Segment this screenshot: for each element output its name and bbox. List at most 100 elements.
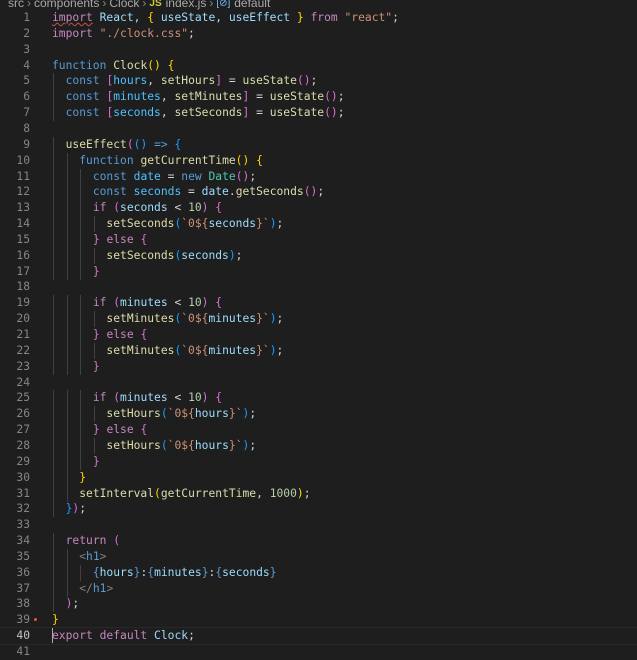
code-text: } (52, 613, 59, 627)
code-line[interactable]: 28 setHours(`0${hours}`); (0, 437, 637, 454)
line-number: 12 (16, 185, 30, 199)
code-line[interactable]: 27 } else { (0, 422, 637, 439)
code-line[interactable]: 32 }); (0, 501, 637, 518)
code-line[interactable]: 4 function Clock() { (0, 58, 637, 74)
line-number: 10 (16, 153, 30, 167)
line-number: 16 (16, 248, 30, 262)
code-line[interactable]: 21 } else { (0, 327, 637, 343)
line-number: 20 (16, 312, 30, 326)
code-line[interactable]: 17 } (0, 263, 637, 280)
code-line[interactable]: 6 const [minutes, setMinutes] = useState… (0, 89, 637, 106)
line-number: 13 (16, 201, 30, 215)
line-number: 21 (16, 328, 30, 341)
code-text: const [hours, setHours] = useState(); (65, 74, 318, 88)
code-line[interactable]: 26 setHours(`0${hours}`); (0, 406, 637, 423)
code-line[interactable]: 11 const date = new Date(); (0, 168, 637, 185)
code-text: import "./clock.css"; (52, 26, 195, 40)
code-line[interactable]: 33 (0, 517, 637, 533)
breadcrumb-item-src[interactable]: src (8, 0, 24, 10)
code-line[interactable]: 16 setSeconds(seconds); (0, 247, 637, 264)
code-line[interactable]: 7 const [seconds, setSeconds] = useState… (0, 105, 637, 122)
code-text: setHours(`0${hours}`); (106, 407, 257, 421)
line-number: 8 (23, 121, 30, 135)
line-number: 35 (16, 549, 30, 563)
code-line[interactable]: 31 setInterval(getCurrentTime, 1000); (0, 485, 637, 502)
code-line[interactable]: 8 (0, 121, 637, 137)
code-line[interactable]: 3 (0, 42, 637, 58)
code-text: function Clock() { (52, 58, 175, 72)
line-number: 18 (16, 280, 30, 294)
code-line[interactable]: 24 (0, 375, 637, 391)
code-text: setSeconds(seconds); (106, 248, 243, 262)
line-number: 4 (23, 58, 30, 72)
line-number: 19 (16, 296, 30, 310)
line-number: 17 (16, 264, 30, 278)
code-line[interactable]: 13 if (seconds < 10) { (0, 200, 637, 217)
code-line[interactable]: 18 (0, 279, 637, 295)
line-number: 39 (16, 613, 30, 627)
code-line[interactable]: 34 return ( (0, 533, 637, 550)
line-number: 9 (23, 137, 30, 151)
code-text: }); (65, 502, 87, 516)
breadcrumb-item-file[interactable]: index.js (166, 0, 207, 10)
line-number: 30 (16, 470, 30, 484)
code-line[interactable]: 20 setMinutes(`0${minutes}`); (0, 311, 637, 328)
code-line[interactable]: 39} (0, 612, 637, 628)
code-line[interactable]: 10 function getCurrentTime() { (0, 152, 637, 169)
code-text: } (79, 470, 87, 484)
code-line[interactable]: 40 export default Clock; (0, 627, 637, 646)
code-line[interactable]: 37 </h1> (0, 580, 637, 597)
code-text: import React, { useState, useEffect } fr… (52, 11, 399, 24)
code-text: setMinutes(`0${minutes}`); (106, 343, 284, 357)
line-number: 23 (16, 359, 30, 373)
code-text: } (92, 454, 100, 468)
line-number: 31 (16, 486, 30, 500)
chevron-right-icon: › (209, 0, 214, 10)
code-line[interactable]: 23 } (0, 358, 637, 375)
line-number: 37 (16, 581, 30, 595)
code-line[interactable]: 30 } (0, 469, 637, 486)
line-number: 22 (16, 343, 30, 357)
code-line[interactable]: 14 setSeconds(`0${seconds}`); (0, 216, 637, 233)
code-line[interactable]: 41 (0, 644, 637, 660)
breadcrumb-item-symbol[interactable]: default (234, 0, 270, 10)
code-line[interactable]: 15 } else { (0, 231, 637, 248)
code-line[interactable]: 38 ); (0, 596, 637, 613)
code-line[interactable]: 12 const seconds = date.getSeconds(); (0, 184, 637, 201)
code-text: if (minutes < 10) { (92, 296, 223, 310)
line-number: 29 (16, 454, 30, 468)
line-number: 27 (16, 423, 30, 437)
code-text: setMinutes(`0${minutes}`); (106, 312, 284, 326)
line-number: 24 (16, 375, 30, 389)
code-line[interactable]: 35 <h1> (0, 548, 637, 565)
breadcrumb-item-clock[interactable]: Clock (109, 0, 139, 10)
breadcrumb: src › components › Clock › JS index.js ›… (0, 0, 637, 10)
code-editor[interactable]: 1 import React, { useState, useEffect } f… (0, 10, 637, 658)
code-text: setInterval(getCurrentTime, 1000); (79, 486, 311, 500)
code-line[interactable]: 36 {hours}:{minutes}:{seconds} (0, 564, 637, 581)
line-number: 41 (16, 645, 30, 658)
code-text: </h1> (79, 581, 114, 595)
code-text: setHours(`0${hours}`); (106, 438, 257, 452)
code-text: function getCurrentTime() { (79, 153, 263, 167)
code-text: } (92, 264, 100, 278)
code-line[interactable]: 22 setMinutes(`0${minutes}`); (0, 342, 637, 359)
code-text: {hours}:{minutes}:{seconds} (92, 565, 277, 579)
code-text: const [minutes, setMinutes] = useState()… (65, 90, 345, 104)
line-number: 11 (16, 169, 30, 183)
code-line[interactable]: 29 } (0, 453, 637, 470)
code-text: const date = new Date(); (92, 169, 257, 183)
code-text: if (minutes < 10) { (92, 391, 223, 405)
code-line[interactable]: 2 import "./clock.css"; (0, 26, 637, 42)
javascript-file-icon: JS (149, 0, 162, 9)
line-number: 2 (23, 26, 30, 40)
line-number: 38 (16, 597, 30, 611)
code-text: export default Clock; (52, 629, 195, 643)
code-line[interactable]: 9 useEffect(() => { (0, 136, 637, 153)
line-number: 3 (23, 42, 30, 56)
breadcrumb-item-components[interactable]: components (34, 0, 99, 10)
code-line[interactable]: 5 const [hours, setHours] = useState(); (0, 73, 637, 90)
code-line[interactable]: 19 if (minutes < 10) { (0, 295, 637, 312)
code-line[interactable]: 25 if (minutes < 10) { (0, 390, 637, 407)
code-line[interactable]: 1 import React, { useState, useEffect } f… (0, 10, 637, 26)
